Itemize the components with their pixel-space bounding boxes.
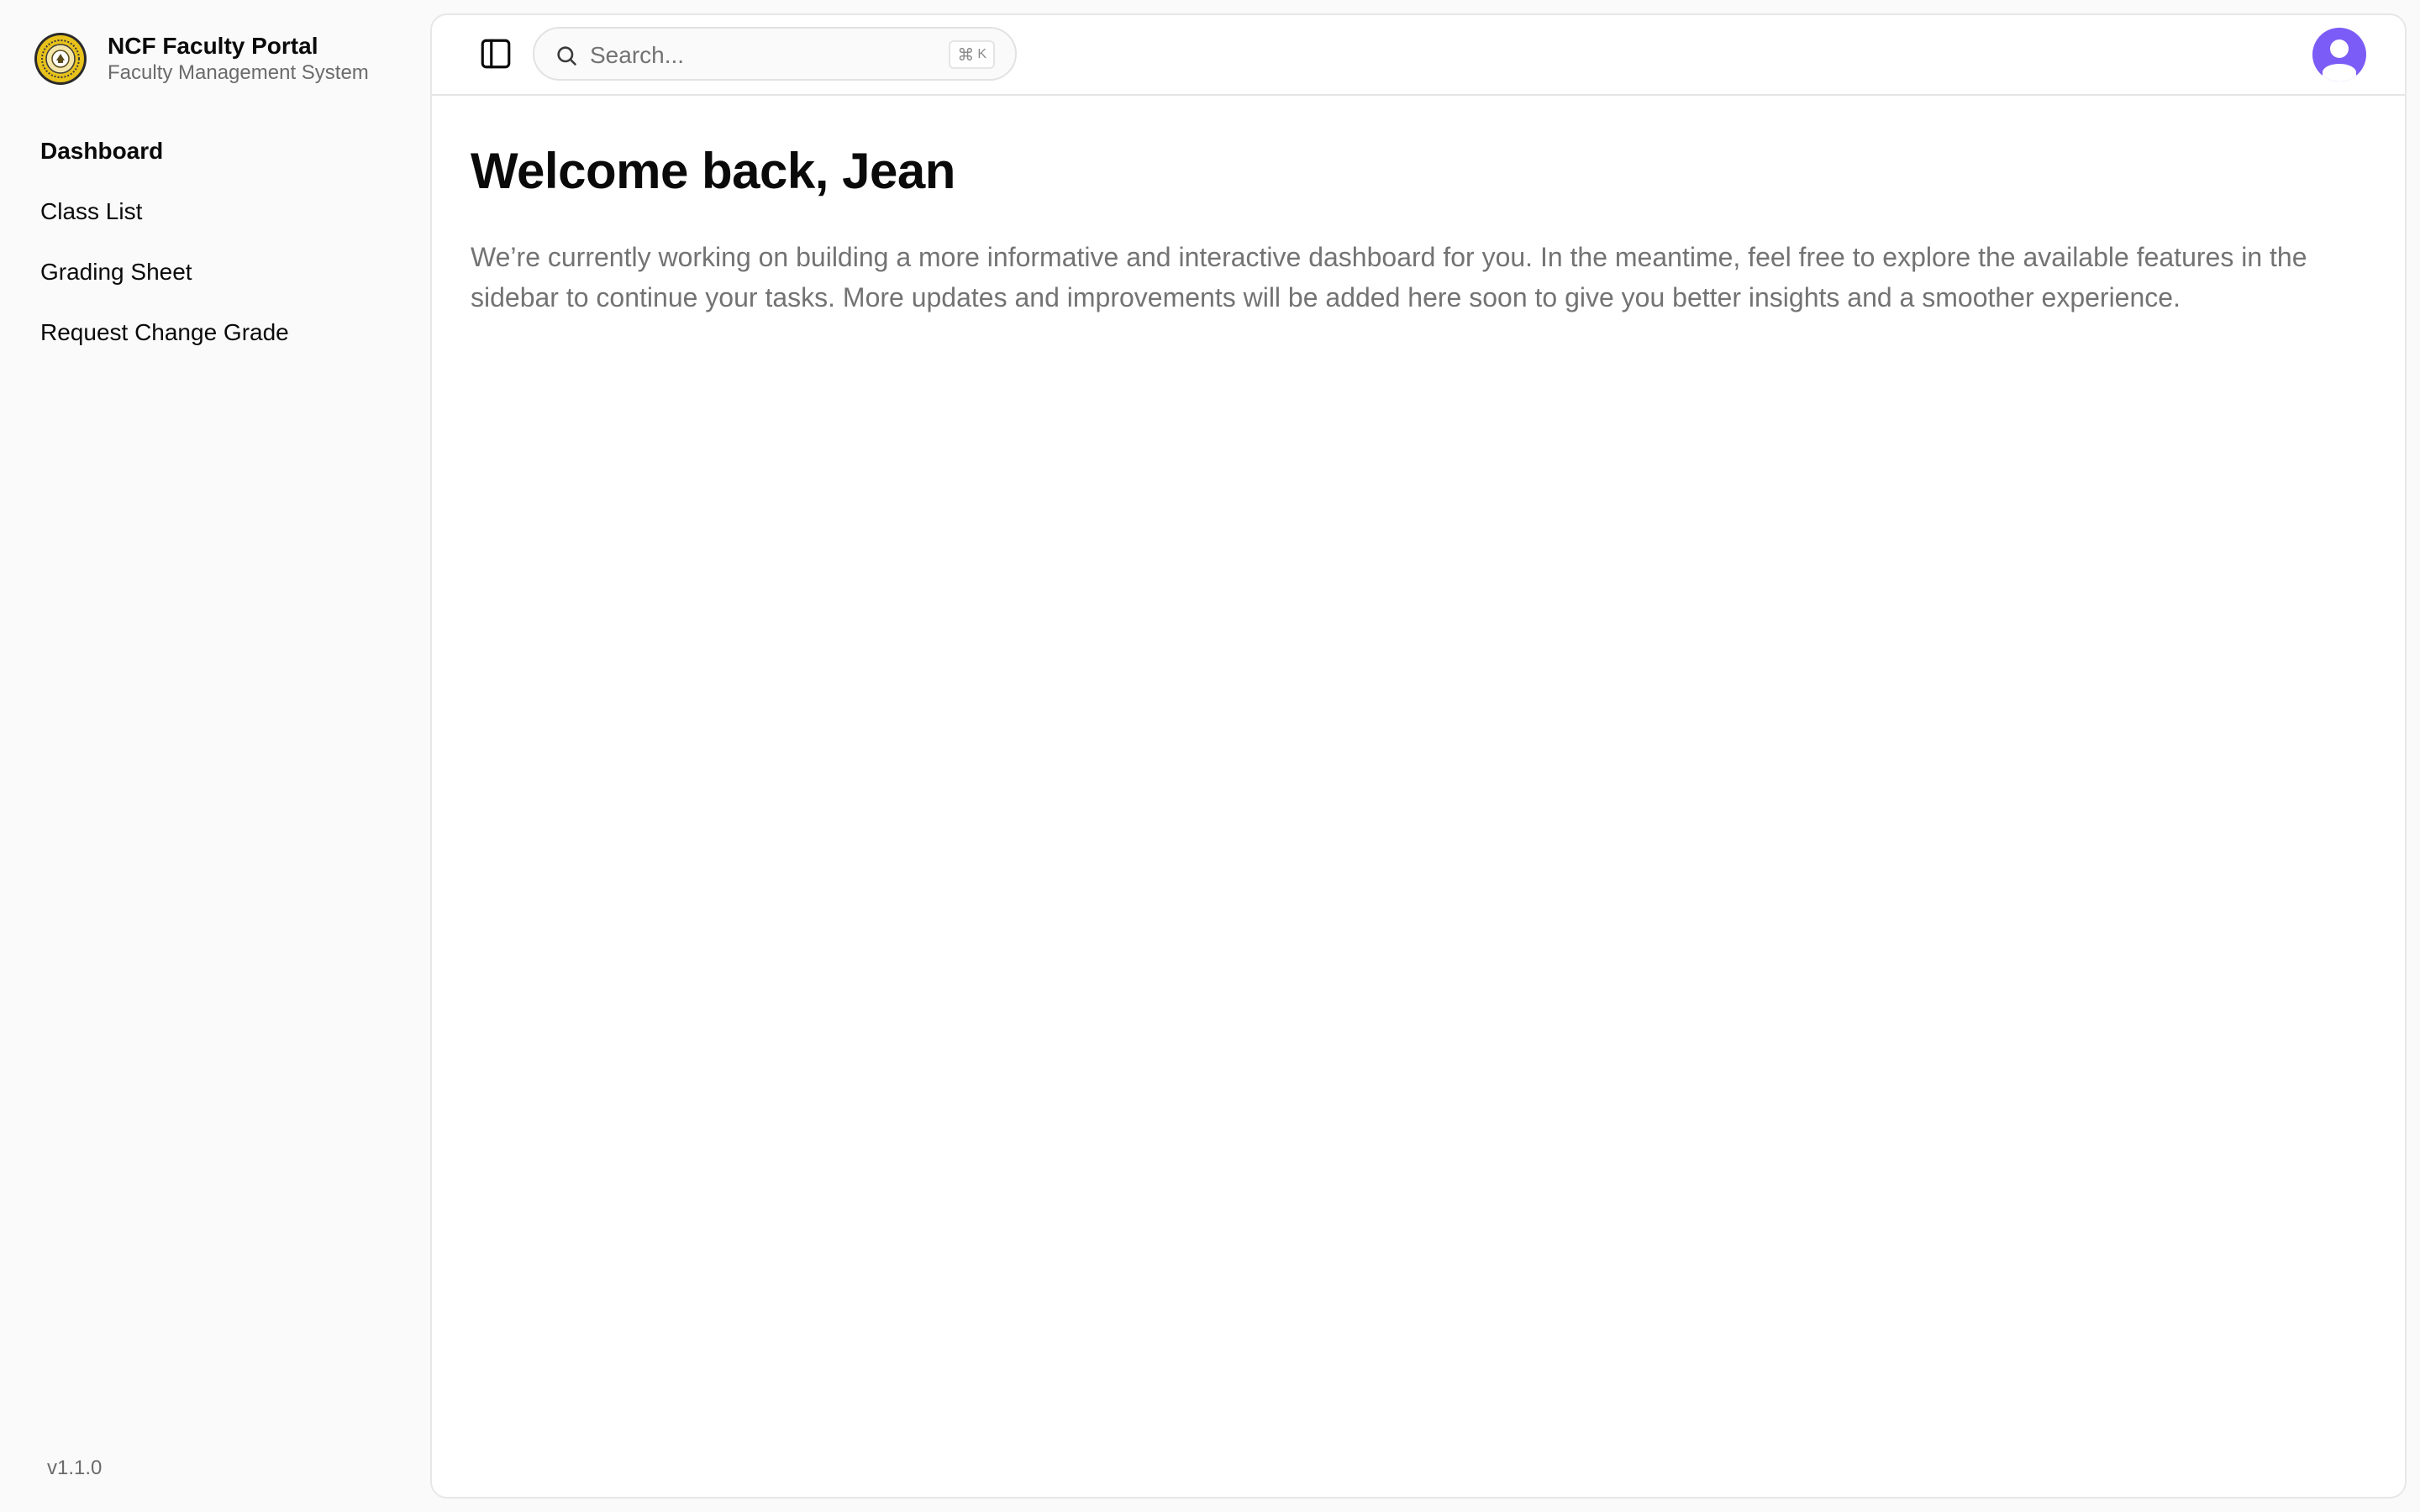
college-seal-logo [34,33,87,85]
brand[interactable]: NCF Faculty Portal Faculty Management Sy… [34,32,369,86]
sidebar-item-label: Grading Sheet [40,259,192,285]
main-panel: ⌘ K Welcome back, Jean We’re currently w… [430,13,2407,1499]
sidebar-item-label: Class List [40,198,143,224]
search-bar[interactable]: ⌘ K [533,27,1017,81]
topbar: ⌘ K [432,15,2405,96]
search-icon [557,46,576,66]
sidebar-item-request-change-grade[interactable]: Request Change Grade [20,306,410,360]
brand-subtitle: Faculty Management System [108,61,369,84]
sidebar-toggle-button[interactable] [476,34,516,74]
page-description: We’re currently working on building a mo… [471,242,2307,312]
app-root: NCF Faculty Portal Faculty Management Sy… [0,0,2420,1512]
page-title: Welcome back, Jean [471,143,955,199]
user-avatar-button[interactable] [2312,28,2366,81]
dashboard-content: Welcome back, Jean We’re currently worki… [471,141,2370,318]
sidebar-item-label: Dashboard [40,138,164,164]
brand-text: NCF Faculty Portal Faculty Management Sy… [108,32,369,86]
app-version: v1.1.0 [47,1457,103,1479]
brand-title: NCF Faculty Portal [108,33,318,59]
sidebar-item-dashboard[interactable]: Dashboard [20,124,410,178]
sidebar: NCF Faculty Portal Faculty Management Sy… [0,0,430,1512]
sidebar-item-label: Request Change Grade [40,319,289,345]
sidebar-item-grading-sheet[interactable]: Grading Sheet [20,245,410,299]
sidebar-toggle-icon [481,39,511,69]
sidebar-item-class-list[interactable]: Class List [20,185,410,239]
user-icon [2323,39,2356,81]
shortcut-key: K [977,47,986,61]
search-shortcut-badge: ⌘ K [949,40,995,69]
sidebar-nav: Dashboard Class List Grading Sheet Reque… [20,124,410,366]
command-key-icon: ⌘ [957,45,975,65]
search-input[interactable] [590,39,926,72]
